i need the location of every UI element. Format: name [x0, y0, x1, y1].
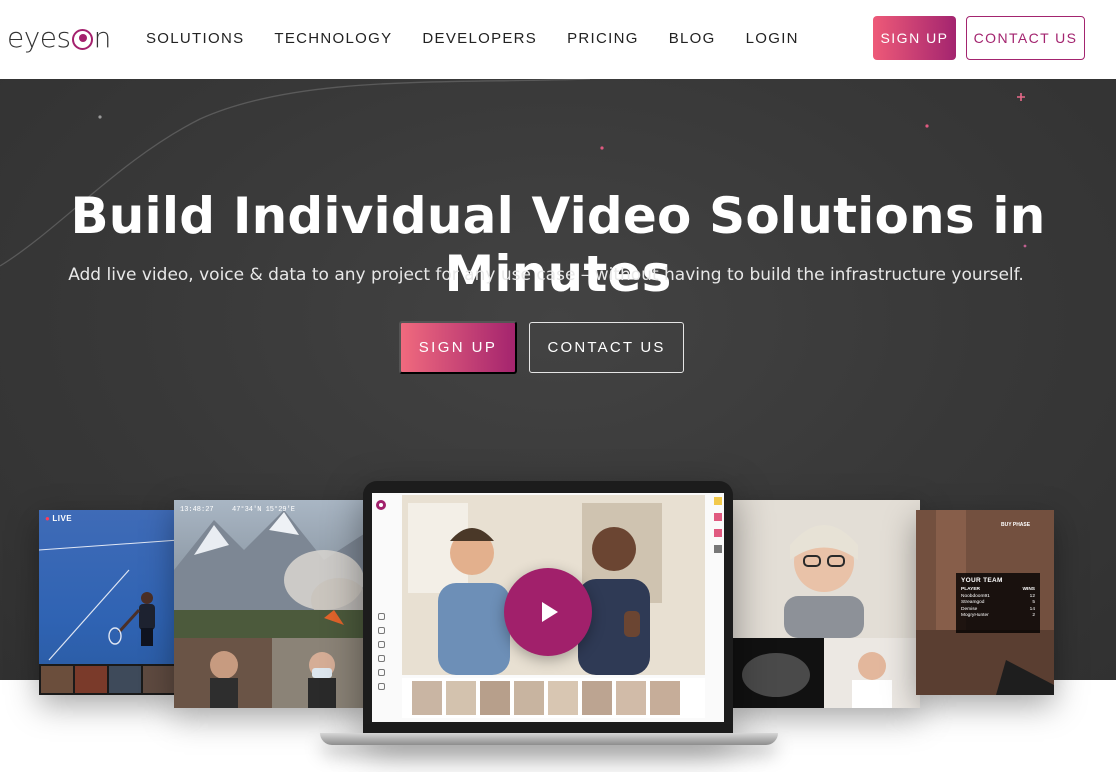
logo-text-left: eyes — [7, 20, 71, 54]
logo-text-right: n — [93, 20, 112, 54]
play-video-button[interactable] — [504, 568, 592, 656]
hero-contact-button[interactable]: CONTACT US — [529, 322, 684, 373]
eyeson-logo[interactable]: eyes n — [7, 18, 111, 56]
telemedicine-image — [728, 500, 920, 708]
wildfire-panel: 13:48:27 47°34'N 15°29'E — [174, 500, 370, 708]
nav-developers[interactable]: DEVELOPERS — [422, 30, 537, 47]
nav-pricing[interactable]: PRICING — [567, 30, 639, 47]
add-user-icon[interactable] — [378, 641, 385, 648]
logo-eye-icon — [71, 28, 93, 50]
main-nav: SOLUTIONS TECHNOLOGY DEVELOPERS PRICING … — [146, 0, 829, 76]
wildfire-aerial-image — [174, 510, 370, 708]
gaming-stream-panel — [916, 510, 1054, 695]
call-toolbar — [378, 613, 392, 697]
telemedicine-panel — [728, 500, 920, 708]
header-signup-button[interactable]: SIGN UP — [873, 16, 956, 60]
screen-share-icon[interactable] — [378, 655, 385, 662]
microphone-icon[interactable] — [378, 627, 385, 634]
top-navigation: eyes n SOLUTIONS TECHNOLOGY DEVELOPERS PR… — [0, 0, 1116, 79]
hero-title: Build Individual Video Solutions in Minu… — [70, 187, 1046, 303]
tennis-court-image — [39, 539, 179, 695]
nav-technology[interactable]: TECHNOLOGY — [274, 30, 392, 47]
nav-blog[interactable]: BLOG — [669, 30, 716, 47]
hero-subtitle: Add live video, voice & data to any proj… — [68, 265, 1024, 285]
live-badge-label: LIVE — [52, 514, 73, 523]
hero-signup-button[interactable]: SIGN UP — [399, 321, 517, 374]
more-icon[interactable] — [378, 683, 385, 690]
camera-icon[interactable] — [378, 613, 385, 620]
game-scene-image — [916, 510, 1054, 695]
chat-icon[interactable] — [378, 669, 385, 676]
live-dot-icon: ● — [45, 514, 51, 523]
nav-solutions[interactable]: SOLUTIONS — [146, 30, 244, 47]
nav-login[interactable]: LOGIN — [746, 30, 799, 47]
wildfire-coordinates: 47°34'N 15°29'E — [232, 506, 296, 514]
play-icon — [542, 602, 558, 622]
wildfire-timestamp: 13:48:27 — [180, 506, 214, 514]
live-badge: ● LIVE — [45, 514, 72, 523]
tennis-stream-panel: ● LIVE — [39, 510, 179, 695]
header-contact-button[interactable]: CONTACT US — [966, 16, 1085, 60]
